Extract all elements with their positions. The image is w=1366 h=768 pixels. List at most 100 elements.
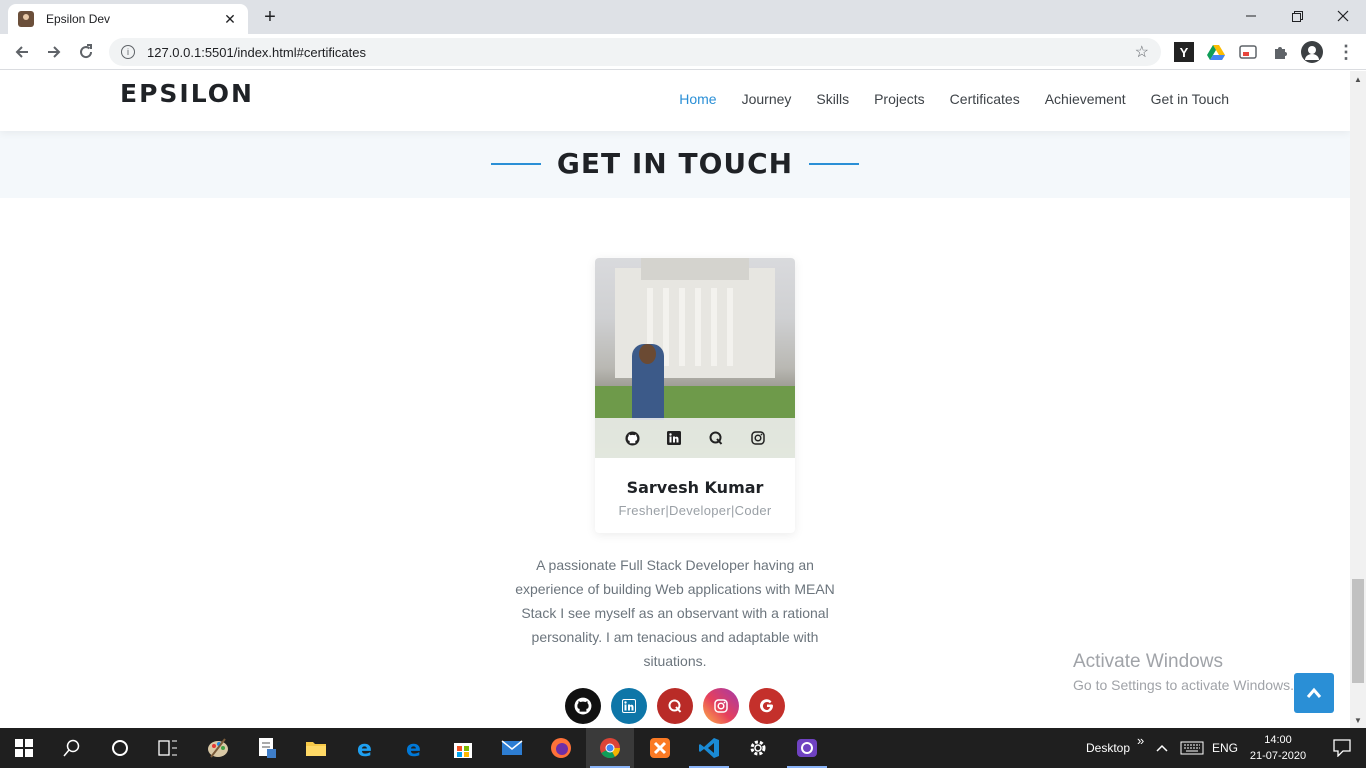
restore-button[interactable] — [1274, 0, 1320, 32]
edge-icon: e — [406, 737, 421, 759]
minimize-button[interactable] — [1228, 0, 1274, 32]
chrome-icon — [600, 738, 621, 759]
address-url[interactable]: 127.0.0.1:5501/index.html#certificates — [147, 45, 1135, 60]
card-social-strip — [595, 418, 795, 458]
nav-certificates[interactable]: Certificates — [950, 91, 1020, 107]
cortana-circle-icon — [112, 740, 128, 756]
restore-icon — [1291, 10, 1303, 22]
vscode-button[interactable] — [685, 728, 733, 768]
instagram-button[interactable] — [703, 688, 739, 724]
google-button[interactable] — [749, 688, 785, 724]
profile-name: Sarvesh Kumar — [626, 478, 764, 497]
quora-icon[interactable] — [708, 430, 724, 446]
nav-journey[interactable]: Journey — [742, 91, 792, 107]
clock-date: 21-07-2020 — [1249, 750, 1307, 762]
linkedin-icon[interactable] — [666, 430, 682, 446]
close-window-button[interactable] — [1320, 0, 1366, 32]
nav-home[interactable]: Home — [679, 91, 716, 107]
activate-windows-watermark: Activate Windows Go to Settings to activ… — [1073, 651, 1294, 693]
task-view-button[interactable] — [144, 728, 192, 768]
windows-taskbar: e e Desktop » ENG 14:00 21-07-2020 — [0, 728, 1366, 768]
toolbar-expand-icon[interactable]: » — [1137, 720, 1144, 760]
nav-projects[interactable]: Projects — [874, 91, 925, 107]
address-bar[interactable]: i 127.0.0.1:5501/index.html#certificates… — [109, 38, 1161, 66]
chevron-up-icon — [1156, 744, 1168, 752]
tab-close-icon[interactable]: ✕ — [222, 11, 238, 28]
google-icon — [760, 699, 773, 713]
nav-skills[interactable]: Skills — [816, 91, 849, 107]
title-right-line — [809, 162, 860, 165]
firefox-button[interactable] — [537, 728, 585, 768]
reload-button[interactable] — [72, 38, 100, 66]
new-tab-button[interactable]: + — [256, 5, 284, 29]
internet-explorer-button[interactable]: e — [341, 728, 389, 768]
action-center-button[interactable] — [1318, 728, 1366, 768]
instagram-icon[interactable] — [750, 430, 766, 446]
task-view-icon — [158, 740, 177, 756]
page-viewport: EPSILON Home Journey Skills Projects Cer… — [0, 71, 1350, 728]
settings-button[interactable] — [734, 728, 782, 768]
document-icon — [259, 738, 276, 758]
show-hidden-icons-button[interactable] — [1150, 728, 1174, 768]
page-scrollbar[interactable]: ▲ ▼ — [1350, 71, 1366, 728]
edge-button[interactable]: e — [390, 728, 438, 768]
xampp-button[interactable] — [636, 728, 684, 768]
quora-button[interactable] — [657, 688, 693, 724]
profile-avatar-icon[interactable] — [1301, 41, 1323, 63]
chrome-button[interactable] — [586, 728, 634, 768]
browser-tab-bar: Epsilon Dev ✕ + — [0, 0, 1366, 34]
quora-icon — [668, 699, 682, 713]
notepad-app-button[interactable] — [243, 728, 291, 768]
touch-keyboard-button[interactable] — [1176, 728, 1208, 768]
language-indicator[interactable]: ENG — [1212, 728, 1238, 768]
cortana-button[interactable] — [96, 728, 144, 768]
gear-icon — [750, 740, 766, 756]
clock-time: 14:00 — [1264, 734, 1292, 746]
section-title: GET IN TOUCH — [0, 147, 1350, 180]
system-clock[interactable]: 14:00 21-07-2020 — [1248, 732, 1308, 764]
desktop-toolbar-label[interactable]: Desktop — [1086, 728, 1130, 768]
linkedin-icon — [622, 699, 636, 713]
minimize-icon — [1246, 15, 1256, 17]
profile-role: Fresher|Developer|Coder — [618, 503, 772, 518]
back-to-top-button[interactable] — [1294, 673, 1334, 713]
start-button[interactable] — [0, 728, 48, 768]
mail-button[interactable] — [488, 728, 536, 768]
github-desktop-icon — [797, 739, 817, 757]
nav-get-in-touch[interactable]: Get in Touch — [1151, 91, 1229, 107]
github-desktop-button[interactable] — [783, 728, 831, 768]
scrollbar-thumb[interactable] — [1352, 579, 1364, 683]
github-button[interactable] — [565, 688, 601, 724]
section-heading: GET IN TOUCH — [556, 147, 794, 180]
screenshot-extension-icon[interactable] — [1238, 42, 1258, 62]
file-explorer-button[interactable] — [292, 728, 340, 768]
back-button[interactable] — [8, 38, 36, 66]
forward-button[interactable] — [40, 38, 68, 66]
keyboard-icon — [1180, 741, 1204, 755]
browser-menu-icon[interactable]: ⋮ — [1336, 42, 1356, 62]
scroll-up-arrow-icon[interactable]: ▲ — [1350, 71, 1366, 87]
site-info-icon[interactable]: i — [121, 45, 135, 59]
github-icon[interactable] — [624, 430, 640, 446]
scroll-down-arrow-icon[interactable]: ▼ — [1350, 712, 1366, 728]
bookmark-star-icon[interactable]: ☆ — [1135, 42, 1149, 62]
watermark-subtitle: Go to Settings to activate Windows. — [1073, 677, 1294, 693]
xampp-icon — [650, 738, 670, 758]
google-drive-extension-icon[interactable] — [1206, 42, 1226, 62]
arrow-left-icon — [15, 46, 28, 58]
close-icon — [1337, 10, 1349, 22]
browser-tab[interactable]: Epsilon Dev ✕ — [8, 4, 248, 34]
store-button[interactable] — [439, 728, 487, 768]
title-left-line — [490, 162, 541, 165]
ycombinator-extension-icon[interactable]: Y — [1174, 42, 1194, 62]
social-links — [0, 688, 1350, 724]
paint-app-button[interactable] — [194, 728, 242, 768]
arrow-right-icon — [48, 46, 61, 58]
instagram-icon — [714, 699, 728, 713]
linkedin-button[interactable] — [611, 688, 647, 724]
extensions-puzzle-icon[interactable] — [1270, 42, 1290, 62]
site-logo[interactable]: EPSILON — [120, 79, 254, 108]
tab-favicon-icon — [18, 11, 34, 27]
search-button[interactable] — [48, 728, 96, 768]
nav-achievement[interactable]: Achievement — [1045, 91, 1126, 107]
